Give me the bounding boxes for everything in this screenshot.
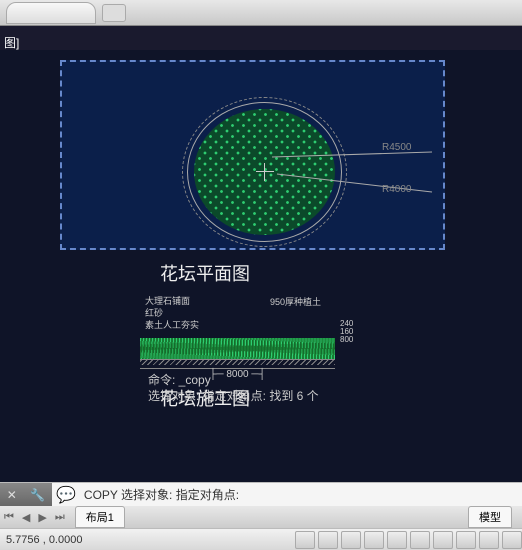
tab-scroll-first-icon[interactable]: ⏮ [0, 511, 18, 524]
browser-tab[interactable] [6, 2, 96, 24]
status-bar: 5.7756 , 0.0000 [0, 528, 522, 550]
tab-scroll-next-icon[interactable]: ▶ [34, 511, 50, 524]
status-toggle-button[interactable] [318, 531, 338, 549]
status-toggle-button[interactable] [410, 531, 430, 549]
wrench-icon[interactable]: 🔧 [30, 488, 45, 502]
dim-r4500: R4500 [382, 142, 411, 153]
section-notes-right: 950厚种植土 [270, 295, 321, 308]
browser-tab-bar [0, 0, 522, 26]
tab-layout1[interactable]: 布局1 [75, 506, 125, 528]
selection-window: R4500 R4000 [60, 60, 445, 250]
status-toggle-button[interactable] [295, 531, 315, 549]
status-toggle-button[interactable] [502, 531, 522, 549]
grass-hatch [140, 338, 335, 360]
status-toggle-button[interactable] [479, 531, 499, 549]
command-line-bar: ✕ 🔧 💬 COPY 选择对象: 指定对角点: [0, 482, 522, 506]
dim-r4000: R4000 [382, 184, 411, 195]
command-icon: 💬 [52, 485, 80, 505]
status-toggle-button[interactable] [433, 531, 453, 549]
new-tab-button[interactable] [102, 4, 126, 22]
section-drawing [140, 310, 335, 360]
tab-scroll-prev-icon[interactable]: ◀ [18, 511, 34, 524]
drawing-canvas[interactable]: R4500 R4000 花坛平面图 大理石铺面 红砂 素土人工夯实 950厚种植… [0, 50, 522, 482]
status-toggle-button[interactable] [341, 531, 361, 549]
status-toggle-button[interactable] [456, 531, 476, 549]
tab-model[interactable]: 模型 [468, 506, 512, 528]
command-tools: ✕ 🔧 [0, 483, 52, 507]
layout-tab-bar: ⏮ ◀ ▶ ⏭ 布局1 模型 [0, 506, 522, 528]
command-prompt: COPY 选择对象: 指定对角点: [80, 486, 239, 503]
tab-scroll-last-icon[interactable]: ⏭ [51, 511, 69, 524]
plan-view-label: 花坛平面图 [160, 260, 250, 286]
command-history: 命令: _copy 选择对象: 指定对角点: 找到 6 个 [148, 372, 319, 404]
command-input[interactable] [239, 485, 522, 505]
stacked-dimensions: 240 160 800 [340, 320, 353, 344]
coordinates-display: 5.7756 , 0.0000 [6, 534, 82, 546]
status-toggle-button[interactable] [364, 531, 384, 549]
status-toggle-button[interactable] [387, 531, 407, 549]
close-icon[interactable]: ✕ [7, 488, 17, 502]
